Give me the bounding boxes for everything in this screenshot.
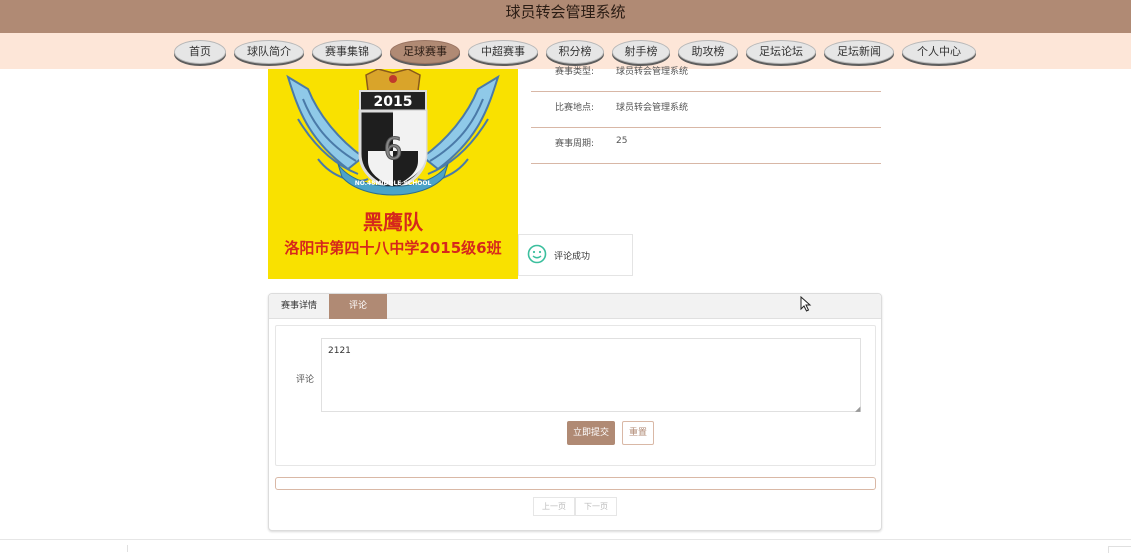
site-title: 球员转会管理系统: [505, 3, 626, 21]
nav-item-team-intro[interactable]: 球队简介: [234, 40, 304, 64]
event-tabs-panel: 赛事详情 评论 评论 2121 ◢ 立即提交 重置 上一页 下一页: [268, 293, 882, 531]
detail-value: 球员转会管理系统: [616, 103, 689, 113]
comment-form: 评论 2121 ◢ 立即提交 重置: [275, 325, 876, 466]
success-toast: 评论成功: [518, 234, 633, 276]
detail-label: 赛事周期:: [555, 139, 595, 149]
nav-item-highlights[interactable]: 赛事集锦: [312, 40, 382, 64]
team-name: 黑鹰队: [363, 210, 424, 234]
comment-list: [275, 477, 876, 490]
header-bar: 球员转会管理系统: [0, 0, 1131, 33]
badge-ring-text: NO.48MIDDLE SCHOOL: [355, 180, 432, 187]
reset-button[interactable]: 重置: [622, 421, 654, 445]
prev-page-button[interactable]: 上一页: [533, 497, 575, 516]
team-badge-graphic: 2015 6 NO.48MIDDLE SCHOOL 黑鹰队 洛阳市第四十八中学2…: [284, 69, 502, 257]
mouse-pointer-icon: [800, 296, 812, 312]
team-logo-image: 2015 6 NO.48MIDDLE SCHOOL 黑鹰队 洛阳市第四十八中学2…: [268, 69, 518, 279]
badge-year: 2015: [374, 94, 413, 110]
tab-event-details[interactable]: 赛事详情: [269, 294, 329, 319]
next-page-button[interactable]: 下一页: [575, 497, 617, 516]
tab-strip: 赛事详情 评论: [269, 294, 881, 319]
smile-icon: [527, 244, 547, 264]
school-name: 洛阳市第四十八中学2015级6班: [284, 239, 501, 257]
footer-divider: [0, 539, 1131, 540]
detail-row-type: 赛事类型: 球员转会管理系统: [531, 55, 881, 92]
detail-value: 25: [616, 136, 628, 146]
detail-label: 比赛地点:: [555, 103, 595, 113]
tab-comments[interactable]: 评论: [329, 294, 387, 319]
nav-item-football-events[interactable]: 足球赛事: [390, 40, 460, 64]
detail-row-location: 比赛地点: 球员转会管理系统: [531, 91, 881, 128]
nav-item-csl-events[interactable]: 中超赛事: [468, 40, 538, 64]
nav-item-profile[interactable]: 个人中心: [902, 40, 976, 64]
toast-message: 评论成功: [554, 252, 591, 262]
submit-button[interactable]: 立即提交: [567, 421, 615, 445]
footer-separator: [127, 545, 128, 552]
detail-row-period: 赛事周期: 25: [531, 127, 881, 164]
detail-value: 球员转会管理系统: [616, 67, 689, 77]
comment-label: 评论: [296, 375, 315, 385]
nav-item-home[interactable]: 首页: [174, 40, 226, 64]
detail-label: 赛事类型:: [555, 67, 595, 77]
svg-text:6: 6: [383, 132, 402, 167]
comment-textarea[interactable]: 2121: [321, 338, 861, 412]
resize-grip-icon[interactable]: ◢: [855, 406, 861, 413]
